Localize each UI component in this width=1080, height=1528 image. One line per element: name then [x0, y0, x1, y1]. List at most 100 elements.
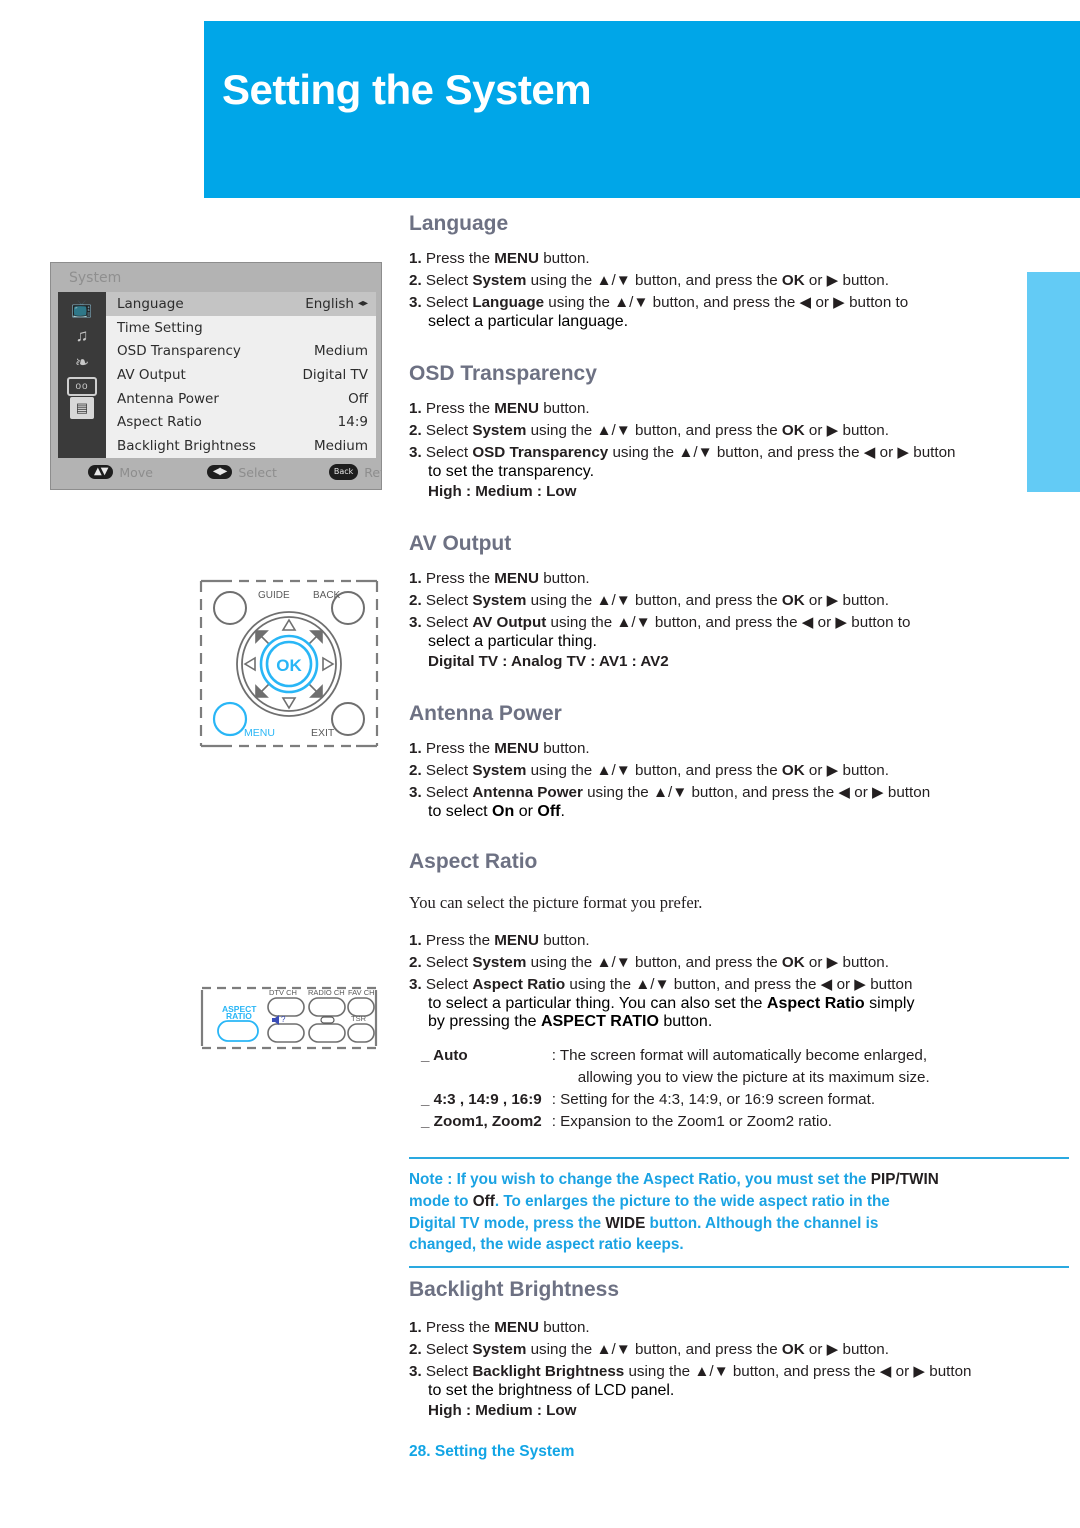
step-text: Select — [425, 953, 473, 971]
osd-row[interactable]: Language English ◂▸ — [106, 292, 376, 316]
step-text: Press the — [425, 400, 495, 418]
osd-row-label: Backlight Brightness — [117, 438, 256, 455]
aspect-continuation-1: to select a particular thing. You can al… — [409, 995, 1069, 1013]
step-line: 2. Select System using the ▲/▼ button, a… — [409, 270, 1069, 292]
step-text: or ▶ button. — [804, 1340, 889, 1358]
step-line: 1. Press the MENU button. — [409, 930, 1069, 952]
step-text: button. — [538, 1319, 590, 1337]
osd-row-label: AV Output — [117, 367, 186, 384]
step-line: 3. Select OSD Transparency using the ▲/▼… — [409, 442, 1069, 464]
step-line: 1. Press the MENU button. — [409, 248, 1069, 270]
step-text: Backlight Brightness — [472, 1362, 625, 1380]
step-number: 3. — [409, 293, 426, 311]
osd-footer-hints: ▲▼ Move ◀▶ Select Back Return — [58, 460, 381, 484]
step-number: 3. — [409, 783, 426, 801]
osd-row[interactable]: OSD Transparency Medium — [106, 339, 376, 363]
osd-menu-body: 📺 ♫ ❧ oo ▤ Language English ◂▸ Time Setting… — [58, 292, 376, 458]
svg-text:EXIT: EXIT — [311, 727, 335, 739]
osd-row-value: Digital TV — [302, 367, 368, 384]
note-text-run: . To enlarges the picture to the wide as… — [494, 1192, 890, 1210]
step-line: 1. Press the MENU button. — [409, 398, 1069, 420]
steps-language: 1. Press the MENU button. 2. Select Syste… — [409, 248, 1069, 313]
osd-row-label: Time Setting — [117, 319, 203, 336]
step-line: 2. Select System using the ▲/▼ button, a… — [409, 1339, 1069, 1361]
step-text: Select — [425, 975, 473, 993]
step-text: Language — [472, 293, 545, 311]
option-key: _ Auto — [421, 1047, 468, 1065]
step-number: 3. — [409, 1362, 426, 1380]
osd-row[interactable]: Antenna Power Off — [106, 387, 376, 411]
step-number: 1. — [409, 740, 426, 758]
step-text: Press the — [425, 250, 495, 268]
step-text: or ▶ button. — [804, 761, 889, 779]
osd-row[interactable]: Time Setting — [106, 316, 376, 340]
osd-row[interactable]: AV Output Digital TV — [106, 363, 376, 387]
step-text: using the ▲/▼ button, and press the ◀ or… — [546, 613, 911, 631]
step-number: 1. — [409, 932, 426, 950]
left-right-arrows-icon: ◂▸ — [357, 298, 368, 310]
step-text: Select — [425, 421, 473, 439]
osd-row-value: 14:9 — [337, 414, 368, 431]
steps-av-output: 1. Press the MENU button. 2. Select Syste… — [409, 568, 1069, 633]
step-text: Select — [425, 1362, 473, 1380]
text-run: Off — [537, 803, 561, 821]
step-text: OK — [781, 421, 805, 439]
osd-row-value: Medium — [314, 438, 368, 455]
osd-row[interactable]: Backlight Brightness Medium — [106, 434, 376, 458]
step-text: OK — [781, 271, 805, 289]
note-line: Note : If you wish to change the Aspect … — [409, 1169, 1069, 1191]
connector-icon: oo — [67, 377, 97, 396]
step-text: or ▶ button. — [804, 953, 889, 971]
section-title-av-output: AV Output — [409, 532, 512, 555]
step-text: or ▶ button. — [804, 421, 889, 439]
section-title-aspect-ratio: Aspect Ratio — [409, 850, 538, 873]
svg-text:FAV CH: FAV CH — [348, 988, 375, 997]
step-text: using the ▲/▼ button, and press the — [526, 271, 782, 289]
step-text: or ▶ button. — [804, 271, 889, 289]
antenna-continuation: to select On or Off. — [409, 803, 1069, 821]
note-text-run: Note : If you wish to change the Aspect … — [409, 1171, 871, 1188]
step-text: OK — [781, 761, 805, 779]
text-run: or — [514, 803, 538, 821]
step-text: using the ▲/▼ button, and press the — [526, 953, 782, 971]
text-run: On — [492, 803, 515, 821]
note-text-run: changed, the wide aspect ratio keeps. — [409, 1236, 684, 1254]
step-text: System — [472, 1340, 527, 1358]
text-run: . — [560, 803, 565, 821]
text-run: button. — [658, 1013, 713, 1031]
step-text: MENU — [494, 570, 539, 588]
step-text: MENU — [494, 250, 539, 268]
step-text: using the ▲/▼ button, and press the ◀ or… — [565, 975, 913, 993]
note-text-run: PIP/TWIN — [870, 1171, 939, 1188]
radio-ch-button — [308, 997, 346, 1017]
step-number: 3. — [409, 975, 426, 993]
osd-continuation: to set the transparency. — [428, 463, 595, 481]
subtitle-icon — [320, 1016, 335, 1024]
leftright-badge-icon: ◀▶ — [206, 465, 233, 479]
section-title-language: Language — [409, 212, 509, 235]
osd-hint-move: ▲▼ Move — [88, 465, 153, 480]
step-text: button. — [538, 570, 590, 588]
step-text: Select — [425, 271, 473, 289]
step-text: Select — [425, 591, 473, 609]
step-number: 1. — [409, 250, 426, 268]
step-number: 3. — [409, 613, 426, 631]
step-text: or ▶ button. — [804, 591, 889, 609]
updown-badge-icon: ▲▼ — [88, 465, 114, 479]
step-text: Select — [425, 1340, 473, 1358]
step-text: AV Output — [472, 613, 547, 631]
osd-settings-list: Language English ◂▸ Time Setting OSD Transpa… — [106, 292, 376, 458]
remote-aspect-ratio-diagram: ASPECT RATIO DTV CH RADIO CH FAV CH ? TS… — [196, 984, 382, 1052]
step-text: button. — [538, 932, 590, 950]
language-continuation: select a particular language. — [428, 313, 629, 331]
backlight-values: High : Medium : Low — [428, 1402, 577, 1420]
note-text-run: WIDE — [605, 1214, 646, 1232]
osd-row[interactable]: Aspect Ratio 14:9 — [106, 411, 376, 435]
page-footer: 28. Setting the System — [409, 1443, 575, 1460]
tv-icon: 📺 — [71, 299, 93, 318]
text-run: by pressing the — [428, 1013, 541, 1031]
text-run: ASPECT RATIO — [540, 1013, 659, 1031]
step-text: OSD Transparency — [472, 443, 609, 461]
step-line: 3. Select Language using the ▲/▼ button,… — [409, 292, 1069, 314]
exit-button — [331, 702, 365, 736]
